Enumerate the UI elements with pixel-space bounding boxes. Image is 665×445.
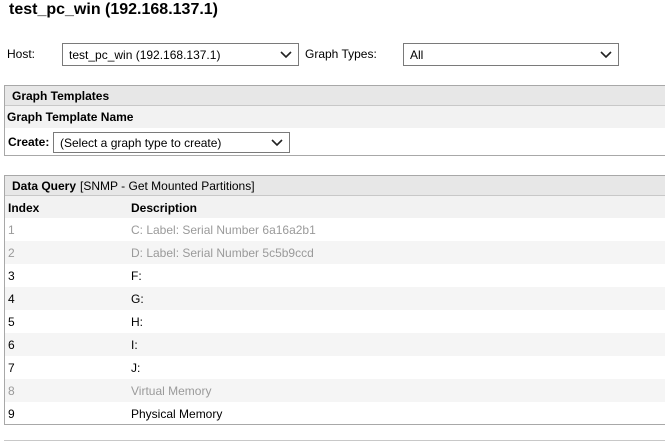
table-row[interactable]: 7 J: bbox=[5, 356, 665, 379]
index-cell: 2 bbox=[8, 246, 15, 260]
data-query-panel: Data Query [SNMP - Get Mounted Partition… bbox=[4, 175, 665, 425]
create-graph-select[interactable]: (Select a graph type to create) bbox=[53, 132, 290, 153]
graph-types-select[interactable]: All bbox=[403, 43, 619, 66]
page-title: test_pc_win (192.168.137.1) bbox=[9, 1, 219, 18]
divider bbox=[4, 440, 665, 441]
host-label: Host: bbox=[7, 47, 36, 61]
data-query-name: [SNMP - Get Mounted Partitions] bbox=[80, 178, 255, 193]
data-query-header: Data Query [SNMP - Get Mounted Partition… bbox=[5, 176, 665, 196]
index-column-header: Index bbox=[8, 201, 40, 215]
table-row: 2 D: Label: Serial Number 5c5b9ccd bbox=[5, 241, 665, 264]
description-cell: F: bbox=[131, 269, 142, 283]
index-cell: 4 bbox=[8, 292, 15, 306]
description-cell: H: bbox=[131, 315, 143, 329]
table-header: Index Description bbox=[5, 196, 665, 218]
index-cell: 5 bbox=[8, 315, 15, 329]
index-cell: 8 bbox=[8, 384, 15, 398]
description-cell: J: bbox=[131, 361, 141, 375]
create-row: Create: (Select a graph type to create) bbox=[5, 128, 665, 155]
host-select[interactable]: test_pc_win (192.168.137.1) bbox=[62, 43, 299, 66]
chevron-down-icon bbox=[269, 137, 285, 149]
table-row[interactable]: 3 F: bbox=[5, 264, 665, 287]
data-query-rows: 1 C: Label: Serial Number 6a16a2b1 2 D: Lab… bbox=[5, 218, 665, 425]
description-column-header: Description bbox=[131, 201, 198, 215]
description-cell: Physical Memory bbox=[131, 407, 223, 421]
description-cell: G: bbox=[131, 292, 144, 306]
table-row[interactable]: 4 G: bbox=[5, 287, 665, 310]
description-cell: D: Label: Serial Number 5c5b9ccd bbox=[131, 246, 314, 260]
index-cell: 1 bbox=[8, 223, 15, 237]
graph-types-label: Graph Types: bbox=[305, 47, 377, 61]
table-row: 8 Virtual Memory bbox=[5, 379, 665, 402]
description-cell: C: Label: Serial Number 6a16a2b1 bbox=[131, 223, 316, 237]
table-row: 1 C: Label: Serial Number 6a16a2b1 bbox=[5, 218, 665, 241]
index-cell: 3 bbox=[8, 269, 15, 283]
index-cell: 7 bbox=[8, 361, 15, 375]
create-graph-select-value: (Select a graph type to create) bbox=[60, 135, 222, 150]
create-label: Create: bbox=[8, 135, 50, 149]
index-cell: 9 bbox=[8, 407, 15, 421]
table-row[interactable]: 5 H: bbox=[5, 310, 665, 333]
description-cell: Virtual Memory bbox=[131, 384, 212, 398]
chevron-down-icon bbox=[278, 49, 294, 61]
index-cell: 6 bbox=[8, 338, 15, 352]
table-row[interactable]: 6 I: bbox=[5, 333, 665, 356]
graph-templates-header: Graph Templates bbox=[5, 86, 665, 106]
table-row[interactable]: 9 Physical Memory bbox=[5, 402, 665, 425]
host-select-value: test_pc_win (192.168.137.1) bbox=[69, 47, 221, 62]
description-cell: I: bbox=[131, 338, 138, 352]
data-query-title: Data Query bbox=[12, 178, 77, 193]
graph-template-name-column: Graph Template Name bbox=[5, 106, 665, 128]
graph-templates-panel: Graph Templates Graph Template Name Crea… bbox=[4, 85, 665, 156]
chevron-down-icon bbox=[598, 49, 614, 61]
graph-types-select-value: All bbox=[410, 47, 424, 62]
